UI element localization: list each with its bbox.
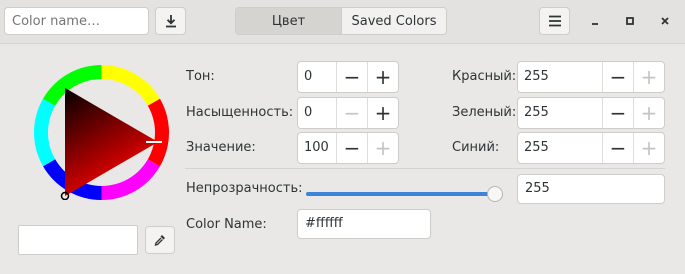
tab-color[interactable]: Цвет: [236, 8, 341, 34]
minimize-button[interactable]: [583, 9, 607, 33]
red-spinbutton[interactable]: 255 − +: [517, 61, 665, 93]
minus-icon: −: [609, 101, 627, 125]
tab-saved-colors[interactable]: Saved Colors: [341, 8, 446, 34]
maximize-button[interactable]: [618, 9, 642, 33]
minus-icon: −: [343, 101, 361, 125]
saturation-label: Насыщенность:: [186, 105, 294, 120]
plus-icon: +: [640, 65, 658, 89]
color-preview-swatch: [18, 225, 138, 255]
green-spinbutton[interactable]: 255 − +: [517, 97, 665, 129]
green-decrement-button[interactable]: −: [602, 98, 633, 128]
opacity-slider-track[interactable]: [306, 192, 493, 196]
blue-increment-button[interactable]: +: [633, 133, 664, 163]
saturation-spinbutton[interactable]: 0 − +: [297, 97, 399, 129]
opacity-value-field[interactable]: 255: [517, 174, 665, 204]
value-label: Значение:: [186, 140, 256, 155]
blue-value[interactable]: 255: [518, 133, 602, 163]
download-button[interactable]: [155, 7, 186, 35]
hue-increment-button[interactable]: +: [367, 62, 398, 92]
green-label: Зеленый:: [452, 105, 517, 120]
close-icon: [661, 17, 669, 25]
green-value[interactable]: 255: [518, 98, 602, 128]
minus-icon: −: [343, 136, 361, 160]
hsv-color-wheel[interactable]: [33, 65, 170, 201]
red-increment-button[interactable]: +: [633, 62, 664, 92]
value-value[interactable]: 100: [298, 133, 336, 163]
header-bar: Цвет Saved Colors: [0, 0, 685, 44]
value-increment-button[interactable]: +: [367, 133, 398, 163]
opacity-label: Непрозрачность:: [186, 181, 303, 196]
hue-label: Тон:: [186, 69, 215, 84]
opacity-slider-handle[interactable]: [487, 186, 503, 202]
green-increment-button[interactable]: +: [633, 98, 664, 128]
minus-icon: −: [609, 65, 627, 89]
color-name-search-input[interactable]: [4, 7, 149, 35]
eyedropper-icon: [154, 235, 165, 246]
saturation-increment-button[interactable]: +: [367, 98, 398, 128]
red-label: Красный:: [452, 69, 517, 84]
red-value[interactable]: 255: [518, 62, 602, 92]
view-switcher: Цвет Saved Colors: [235, 7, 447, 35]
color-name-field[interactable]: #ffffff: [297, 209, 431, 239]
saturation-decrement-button[interactable]: −: [336, 98, 367, 128]
color-name-label: Color Name:: [186, 217, 267, 232]
hue-spinbutton[interactable]: 0 − +: [297, 61, 399, 93]
minus-icon: −: [343, 65, 361, 89]
hue-decrement-button[interactable]: −: [336, 62, 367, 92]
menu-icon: [548, 15, 561, 27]
value-decrement-button[interactable]: −: [336, 133, 367, 163]
blue-spinbutton[interactable]: 255 − +: [517, 132, 665, 164]
minus-icon: −: [609, 136, 627, 160]
maximize-icon: [626, 17, 634, 25]
saturation-value[interactable]: 0: [298, 98, 336, 128]
blue-label: Синий:: [452, 140, 500, 155]
blue-decrement-button[interactable]: −: [602, 133, 633, 163]
red-decrement-button[interactable]: −: [602, 62, 633, 92]
minimize-icon: [592, 23, 598, 25]
plus-icon: +: [374, 65, 392, 89]
close-button[interactable]: [653, 9, 677, 33]
plus-icon: +: [640, 136, 658, 160]
download-icon: [165, 15, 176, 28]
plus-icon: +: [640, 101, 658, 125]
plus-icon: +: [374, 136, 392, 160]
main-menu-button[interactable]: [539, 7, 570, 35]
plus-icon: +: [374, 101, 392, 125]
eyedropper-button[interactable]: [145, 226, 175, 254]
separator: [185, 168, 665, 169]
opacity-slider[interactable]: [306, 186, 503, 202]
hue-value[interactable]: 0: [298, 62, 336, 92]
value-spinbutton[interactable]: 100 − +: [297, 132, 399, 164]
color-editor: Тон: 0 − + Насыщенность: 0 − + Значение:…: [0, 45, 685, 274]
